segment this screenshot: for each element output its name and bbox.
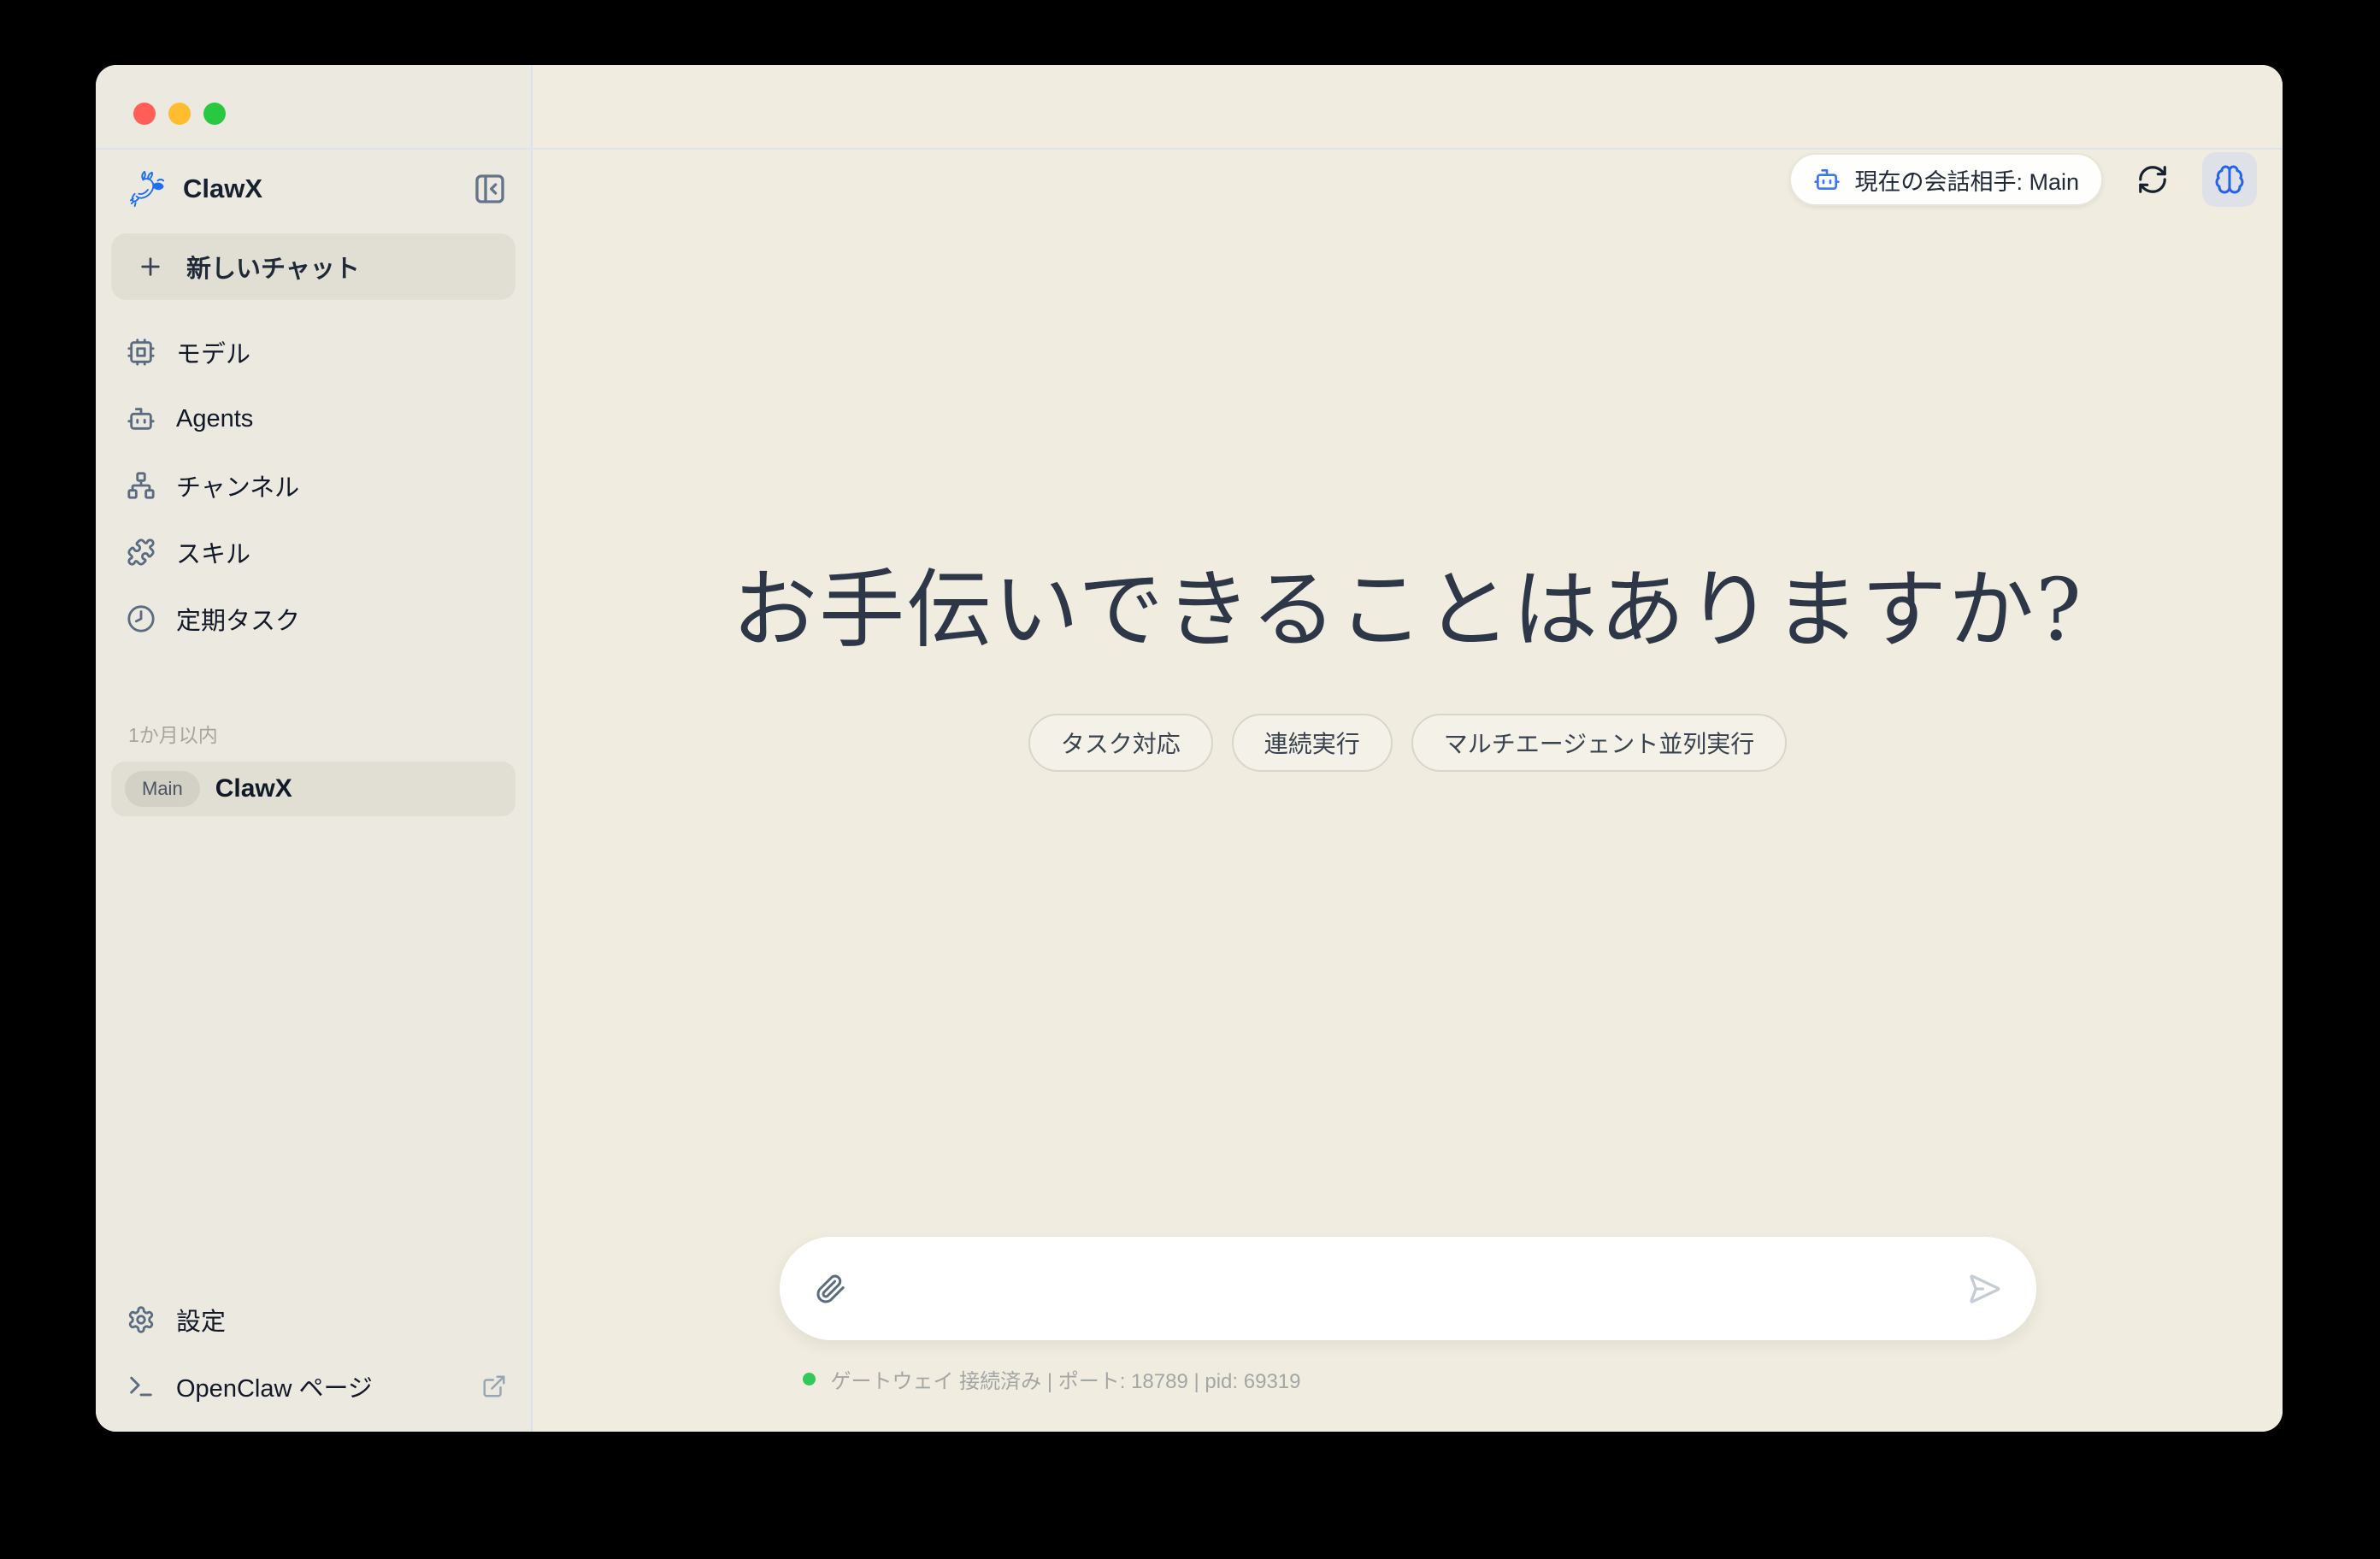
sidebar-item-label: OpenClaw ページ: [176, 1368, 461, 1404]
refresh-button[interactable]: [2134, 161, 2171, 198]
memory-button[interactable]: [2202, 152, 2257, 207]
gateway-status-bar: ゲートウェイ 接続済み | ポート: 18789 | pid: 69319: [780, 1364, 2036, 1394]
gear-icon: [127, 1305, 156, 1334]
app-window: ClawX 新しいチャット モデル: [96, 65, 2283, 1432]
sidebar-item-models[interactable]: モデル: [96, 319, 531, 385]
window-controls: [96, 65, 531, 150]
clock-icon: [127, 604, 156, 633]
network-icon: [127, 471, 156, 500]
status-dot-icon: [803, 1373, 816, 1385]
sidebar-item-scheduled-tasks[interactable]: 定期タスク: [96, 585, 531, 652]
sidebar: ClawX 新しいチャット モデル: [96, 65, 533, 1432]
chat-history-item[interactable]: Main ClawX: [111, 762, 515, 816]
sidebar-item-label: スキル: [176, 534, 250, 570]
welcome-area: お手伝いできることはありますか? タスク対応 連続実行 マルチエージェント並列実…: [533, 209, 2283, 1237]
bot-icon: [1813, 166, 1841, 193]
new-chat-button[interactable]: 新しいチャット: [111, 233, 515, 300]
sidebar-footer: 設定 OpenClaw ページ: [96, 1286, 531, 1432]
app-title: ClawX: [183, 174, 471, 204]
sidebar-item-label: 定期タスク: [176, 601, 300, 637]
suggestion-task-support[interactable]: タスク対応: [1028, 714, 1213, 772]
main-area: 現在の会話相手: Main お手伝いできることはありますか? タスク対応: [533, 65, 2283, 1432]
bot-icon: [127, 404, 156, 433]
sidebar-item-label: 設定: [176, 1302, 226, 1338]
minimize-window-button[interactable]: [168, 103, 191, 125]
panel-collapse-icon: [473, 172, 507, 206]
gateway-status-text: ゲートウェイ 接続済み | ポート: 18789 | pid: 69319: [831, 1364, 1301, 1394]
sidebar-nav: モデル Agents チャンネル: [96, 319, 531, 652]
close-window-button[interactable]: [133, 103, 156, 125]
suggestion-pills: タスク対応 連続実行 マルチエージェント並列実行: [1028, 714, 1787, 772]
sidebar-spacer: [96, 816, 531, 1286]
main-header: 現在の会話相手: Main: [533, 65, 2283, 209]
sidebar-item-skills[interactable]: スキル: [96, 519, 531, 585]
brain-icon: [2214, 164, 2245, 195]
sidebar-header: ClawX: [96, 150, 531, 221]
puzzle-icon: [127, 538, 156, 567]
sidebar-item-label: モデル: [176, 334, 250, 370]
clawx-lobster-logo: [127, 169, 169, 209]
history-section-label: 1か月以内: [96, 719, 531, 748]
suggestion-multi-agent[interactable]: マルチエージェント並列実行: [1411, 714, 1787, 772]
send-icon: [1967, 1272, 2001, 1306]
message-input[interactable]: [850, 1237, 1965, 1340]
composer: ゲートウェイ 接続済み | ポート: 18789 | pid: 69319: [533, 1237, 2283, 1432]
terminal-icon: [127, 1372, 156, 1401]
attach-file-button[interactable]: [812, 1270, 850, 1308]
conversation-chip-label: 現在の会話相手: Main: [1854, 163, 2079, 197]
current-conversation-chip[interactable]: 現在の会話相手: Main: [1789, 153, 2103, 206]
suggestion-continuous-run[interactable]: 連続実行: [1232, 714, 1393, 772]
new-chat-label: 新しいチャット: [186, 249, 360, 285]
chat-history-title: ClawX: [215, 774, 292, 803]
zoom-window-button[interactable]: [203, 103, 226, 125]
external-link-icon: [481, 1374, 507, 1399]
paperclip-icon: [816, 1274, 846, 1304]
plus-icon: [137, 253, 164, 280]
agent-badge: Main: [125, 771, 200, 807]
sidebar-item-openclaw-page[interactable]: OpenClaw ページ: [96, 1353, 531, 1420]
message-input-container: [780, 1237, 2036, 1340]
sidebar-collapse-button[interactable]: [471, 170, 509, 208]
sidebar-item-agents[interactable]: Agents: [96, 385, 531, 452]
sidebar-item-label: チャンネル: [176, 468, 299, 503]
sidebar-item-settings[interactable]: 設定: [96, 1286, 531, 1353]
send-button[interactable]: [1965, 1269, 2004, 1309]
refresh-icon: [2136, 163, 2169, 196]
sidebar-item-label: Agents: [176, 405, 253, 433]
cpu-icon: [127, 338, 156, 367]
welcome-heading: お手伝いできることはありますか?: [732, 540, 2083, 664]
sidebar-item-channels[interactable]: チャンネル: [96, 452, 531, 519]
